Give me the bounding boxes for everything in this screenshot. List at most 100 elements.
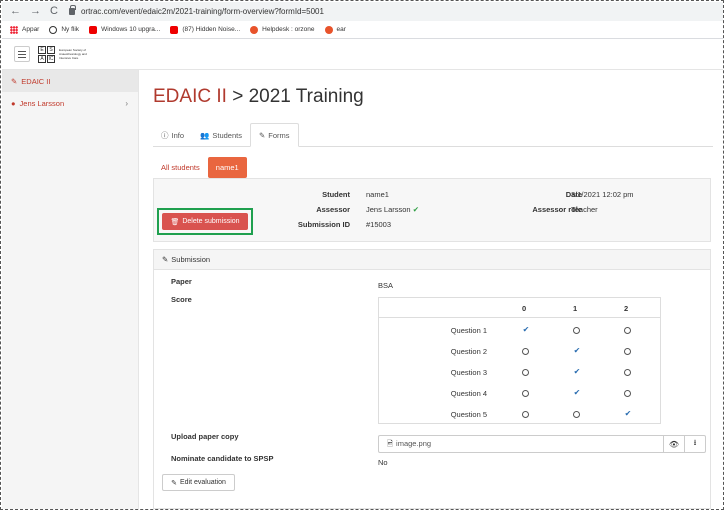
- bookmarks-bar: Appar Ny flik Windows 10 upgra... (87) H…: [2, 21, 723, 39]
- browser-window: ← → C ortrac.com/event/edaic2m/2021-trai…: [0, 0, 724, 510]
- score-table: 0 1 2 Question 1 ✔ Question 2 ✔ Question 3 ✔ Q…: [378, 297, 661, 424]
- submission-header: ✎ Submission: [154, 250, 710, 270]
- score-col-0: 0: [522, 304, 527, 313]
- upload-file[interactable]: 🖻 image.png: [379, 438, 663, 451]
- url-text: ortrac.com/event/edaic2m/2021-training/f…: [80, 7, 324, 16]
- bookmark-apps[interactable]: Appar: [10, 25, 40, 34]
- pencil-icon: ✎: [171, 479, 177, 487]
- score-radio[interactable]: [624, 327, 631, 334]
- esaic-logo[interactable]: E S A IC European Society of Anaesthesio…: [38, 45, 89, 63]
- trash-icon: 🗑: [170, 218, 180, 226]
- score-header-divider: [379, 317, 660, 318]
- score-check-icon[interactable]: ✔: [521, 325, 531, 334]
- sidebar: ✎ EDAIC II ● Jens Larsson ›: [2, 70, 139, 509]
- title-brand[interactable]: EDAIC II: [153, 86, 227, 107]
- score-check-icon[interactable]: ✔: [623, 409, 633, 418]
- pill-all-students[interactable]: All students: [153, 157, 208, 178]
- address-bar[interactable]: ortrac.com/event/edaic2m/2021-training/f…: [68, 5, 324, 16]
- edit-label: Edit evaluation: [179, 479, 226, 486]
- score-radio[interactable]: [624, 348, 631, 355]
- tab-label: Students: [212, 130, 242, 140]
- score-radio[interactable]: [573, 411, 580, 418]
- assessor-role-value: Teacher: [571, 205, 598, 214]
- forward-icon[interactable]: →: [30, 6, 41, 17]
- student-pills: All students name1: [153, 157, 713, 178]
- question-label: Question 1: [450, 326, 487, 335]
- download-icon[interactable]: ⭳: [684, 436, 705, 452]
- score-col-1: 1: [573, 304, 578, 313]
- assessor-value: Jens Larsson ✔: [366, 205, 419, 214]
- users-icon: 👥: [200, 130, 210, 140]
- score-check-icon[interactable]: ✔: [572, 367, 582, 376]
- orzone-icon: [250, 25, 259, 34]
- edit-icon: ✎: [11, 76, 18, 86]
- score-radio[interactable]: [573, 327, 580, 334]
- view-icon[interactable]: 👁: [663, 436, 684, 452]
- score-check-icon[interactable]: ✔: [572, 346, 582, 355]
- bookmark-ear[interactable]: ear: [324, 25, 346, 34]
- chevron-right-icon: ›: [125, 98, 128, 108]
- submission-id-value: #15003: [366, 220, 392, 229]
- nominate-value: No: [378, 458, 388, 467]
- logo-letter: S: [47, 45, 55, 54]
- assessor-label: Assessor: [316, 205, 350, 214]
- bookmark-windows[interactable]: Windows 10 upgra...: [89, 25, 161, 34]
- score-check-icon[interactable]: ✔: [572, 388, 582, 397]
- bookmark-new-tab[interactable]: Ny flik: [49, 25, 79, 34]
- info-icon: ⓘ: [161, 130, 169, 140]
- logo-letter: E: [38, 45, 46, 54]
- youtube-icon: [89, 25, 98, 34]
- bookmark-label: Helpdesk : orzone: [262, 26, 315, 33]
- bookmark-hidden-noise[interactable]: (87) Hidden Noise...: [170, 25, 240, 34]
- student-label: Student: [322, 190, 350, 199]
- submission-title: Submission: [171, 255, 211, 264]
- date-value: 3/1/2021 12:02 pm: [571, 190, 634, 199]
- pill-name1[interactable]: name1: [207, 157, 247, 178]
- reload-icon[interactable]: C: [50, 6, 58, 17]
- verified-icon: ✔: [412, 205, 419, 214]
- score-radio[interactable]: [624, 369, 631, 376]
- tab-students[interactable]: 👥 Students: [192, 123, 250, 147]
- youtube-icon: [170, 25, 179, 34]
- bookmark-helpdesk[interactable]: Helpdesk : orzone: [250, 25, 315, 34]
- upload-label: Upload paper copy: [171, 432, 239, 441]
- sidebar-item-label: Jens Larsson: [19, 98, 65, 108]
- bookmark-label: Appar: [22, 26, 40, 33]
- lock-icon: [68, 5, 76, 15]
- sidebar-item-label: EDAIC II: [21, 76, 51, 86]
- orzone-icon: [324, 25, 333, 34]
- menu-toggle-icon[interactable]: [14, 46, 30, 62]
- question-label: Question 3: [450, 368, 487, 377]
- score-radio[interactable]: [522, 369, 529, 376]
- tab-label: Info: [171, 130, 185, 140]
- sidebar-item-edaic[interactable]: ✎ EDAIC II: [2, 70, 138, 92]
- score-radio[interactable]: [522, 390, 529, 397]
- submission-id-label: Submission ID: [297, 220, 350, 229]
- sidebar-item-user[interactable]: ● Jens Larsson ›: [2, 92, 138, 114]
- browser-toolbar: ← → C ortrac.com/event/edaic2m/2021-trai…: [2, 2, 723, 21]
- question-label: Question 2: [450, 347, 487, 356]
- logo-letter: A: [38, 54, 46, 63]
- edit-icon: ✎: [258, 130, 266, 140]
- globe-icon: [49, 25, 58, 34]
- score-radio[interactable]: [624, 390, 631, 397]
- bookmark-label: ear: [336, 26, 346, 33]
- page-title: EDAIC II > 2021 Training: [153, 86, 713, 112]
- delete-submission-button[interactable]: 🗑 Delete submission: [162, 213, 248, 230]
- delete-highlight: 🗑 Delete submission: [157, 208, 253, 235]
- tab-info[interactable]: ⓘ Info: [153, 123, 192, 147]
- bookmark-label: Windows 10 upgra...: [101, 26, 161, 33]
- paper-label: Paper: [171, 277, 192, 286]
- score-radio[interactable]: [522, 411, 529, 418]
- score-radio[interactable]: [522, 348, 529, 355]
- upload-field: 🖻 image.png 👁 ⭳: [378, 435, 706, 453]
- nominate-label: Nominate candidate to SPSP: [171, 454, 274, 463]
- tab-forms[interactable]: ✎ Forms: [249, 123, 299, 147]
- paper-value: BSA: [378, 281, 394, 290]
- logo-letter: IC: [47, 54, 55, 63]
- main-content: EDAIC II > 2021 Training ⓘ Info 👥 Students…: [153, 70, 713, 509]
- back-icon[interactable]: ←: [10, 6, 21, 17]
- edit-icon: ✎: [162, 255, 169, 264]
- edit-evaluation-button[interactable]: ✎ Edit evaluation: [162, 474, 235, 491]
- user-icon: ●: [11, 98, 16, 108]
